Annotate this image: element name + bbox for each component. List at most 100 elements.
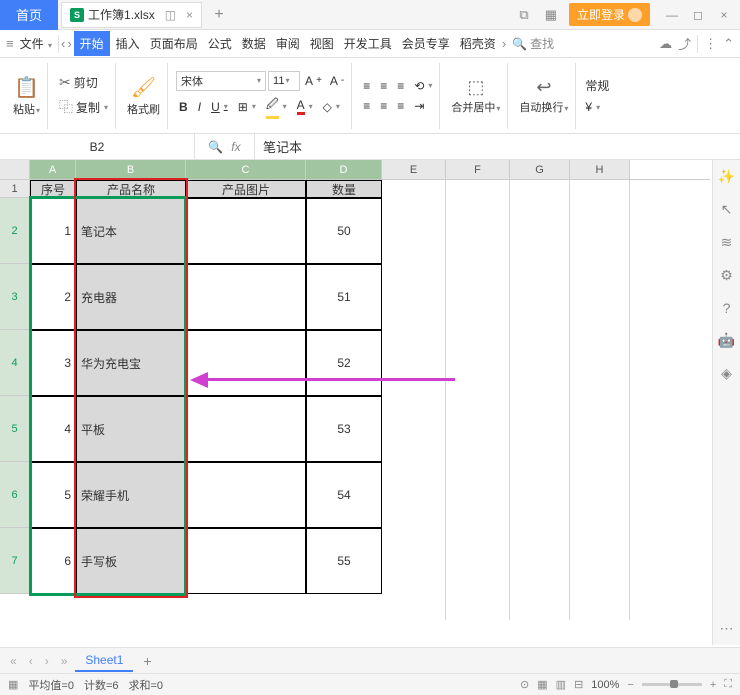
tab-page-layout[interactable]: 页面布局 [146, 33, 202, 54]
cell-col-E[interactable] [382, 180, 446, 620]
align-mid-button[interactable]: ≡ [377, 77, 390, 95]
merge-button[interactable]: ⬚ 合并居中▾ [448, 75, 503, 117]
row-head-7[interactable]: 7 [0, 528, 30, 594]
add-sheet-button[interactable]: + [137, 653, 157, 669]
cell-D1[interactable]: 数量 [306, 180, 382, 198]
bold-button[interactable]: B [176, 98, 191, 116]
select-all-corner[interactable] [0, 160, 30, 179]
cell-D5[interactable]: 53 [306, 396, 382, 462]
cell-D4[interactable]: 52 [306, 330, 382, 396]
tab-devtools[interactable]: 开发工具 [340, 33, 396, 54]
fullscreen-icon[interactable]: ⛶ [724, 678, 732, 691]
cell-A1[interactable]: 序号 [30, 180, 76, 198]
cell-C7[interactable] [186, 528, 306, 594]
nav-prev-icon[interactable]: ‹ [61, 36, 65, 51]
font-size-select[interactable]: 11▾ [268, 71, 300, 91]
tab-insert[interactable]: 插入 [112, 33, 144, 54]
view-page-icon[interactable]: ▥ [556, 678, 566, 691]
name-box[interactable]: B2 [0, 134, 195, 160]
cell-A2[interactable]: 1 [30, 198, 76, 264]
row-head-3[interactable]: 3 [0, 264, 30, 330]
cell-C2[interactable] [186, 198, 306, 264]
cell-col-G[interactable] [510, 180, 570, 620]
align-right-button[interactable]: ≡ [394, 97, 407, 115]
zoom-in-icon[interactable]: + [710, 679, 716, 691]
align-bot-button[interactable]: ≡ [394, 77, 407, 95]
sheet-tab[interactable]: Sheet1 [75, 650, 133, 672]
format-select[interactable]: 常规 [582, 75, 612, 96]
cell-D7[interactable]: 55 [306, 528, 382, 594]
tab-data[interactable]: 数据 [238, 33, 270, 54]
orient-button[interactable]: ⟲▾ [411, 77, 435, 95]
cell-A7[interactable]: 6 [30, 528, 76, 594]
cell-D3[interactable]: 51 [306, 264, 382, 330]
side-select-icon[interactable]: ↖ [721, 201, 733, 218]
italic-button[interactable]: I [195, 98, 204, 116]
row-head-5[interactable]: 5 [0, 396, 30, 462]
side-more-icon[interactable]: ⋯ [720, 620, 734, 637]
share-icon[interactable]: ⤴ [678, 34, 691, 53]
cell-B2[interactable]: 笔记本 [76, 198, 186, 264]
tab-vip[interactable]: 会员专享 [398, 33, 454, 54]
cell-C6[interactable] [186, 462, 306, 528]
border-button[interactable]: ⊞▾ [235, 98, 259, 116]
col-head-D[interactable]: D [306, 160, 382, 179]
currency-button[interactable]: ¥▾ [582, 98, 612, 116]
underline-button[interactable]: U▾ [208, 98, 231, 116]
zoom-out-icon[interactable]: − [627, 679, 633, 691]
view-normal-icon[interactable]: ▦ [537, 678, 547, 691]
cell-B1[interactable]: 产品名称 [76, 180, 186, 198]
side-robot-icon[interactable]: 🤖 [718, 332, 735, 349]
cell-B4[interactable]: 华为充电宝 [76, 330, 186, 396]
nav-next-icon[interactable]: › [67, 36, 71, 51]
fx-icon[interactable]: fx [231, 140, 240, 154]
file-tab[interactable]: S 工作簿1.xlsx ◫ × [61, 2, 202, 28]
formula-input[interactable]: 笔记本 [255, 137, 740, 156]
cell-A3[interactable]: 2 [30, 264, 76, 330]
cell-B3[interactable]: 充电器 [76, 264, 186, 330]
search-box[interactable]: 🔍 查找 [512, 35, 554, 52]
cell-B6[interactable]: 荣耀手机 [76, 462, 186, 528]
font-shrink-button[interactable]: A- [327, 72, 347, 90]
status-focus-icon[interactable]: ⊙ [520, 678, 529, 691]
cut-button[interactable]: ✂剪切 [56, 72, 111, 93]
home-tab[interactable]: 首页 [0, 0, 58, 30]
status-apps-icon[interactable]: ▦ [8, 678, 18, 691]
tab-daoke[interactable]: 稻壳资 [456, 33, 500, 54]
align-center-button[interactable]: ≡ [377, 97, 390, 115]
tab-start[interactable]: 开始 [74, 31, 110, 56]
maximize-button[interactable]: ◻ [690, 8, 706, 22]
col-head-F[interactable]: F [446, 160, 510, 179]
row-head-4[interactable]: 4 [0, 330, 30, 396]
file-menu[interactable]: 文件 ▾ [16, 33, 56, 54]
tab-view[interactable]: 视图 [306, 33, 338, 54]
cell-A4[interactable]: 3 [30, 330, 76, 396]
align-top-button[interactable]: ≡ [360, 77, 373, 95]
cell-C1[interactable]: 产品图片 [186, 180, 306, 198]
cells[interactable]: 序号 产品名称 产品图片 数量 1 笔记本 50 2 充电器 51 3 华为充电… [30, 180, 710, 620]
hamburger-icon[interactable]: ≡ [6, 36, 14, 51]
sheet-first-icon[interactable]: « [6, 654, 21, 668]
zoom-level[interactable]: 100% [591, 679, 619, 691]
tab-pin-icon[interactable]: ◫ [165, 8, 176, 22]
col-head-E[interactable]: E [382, 160, 446, 179]
font-color-button[interactable]: A▾ [294, 96, 316, 117]
indent-button[interactable]: ⇥ [411, 97, 427, 115]
side-stack-icon[interactable]: ≋ [721, 234, 733, 251]
tab-formula[interactable]: 公式 [204, 33, 236, 54]
tab-close-icon[interactable]: × [186, 8, 193, 22]
side-settings-icon[interactable]: ⚙ [720, 267, 733, 284]
sheet-next-icon[interactable]: › [41, 654, 53, 668]
more-icon[interactable]: › [502, 36, 506, 51]
apps-icon[interactable]: ▦ [541, 5, 561, 25]
login-button[interactable]: 立即登录 [569, 3, 650, 26]
minimize-button[interactable]: — [664, 8, 680, 22]
cell-D6[interactable]: 54 [306, 462, 382, 528]
side-diamond-icon[interactable]: ◈ [721, 365, 732, 382]
row-head-6[interactable]: 6 [0, 462, 30, 528]
view-break-icon[interactable]: ⊟ [574, 678, 583, 691]
cell-A5[interactable]: 4 [30, 396, 76, 462]
align-left-button[interactable]: ≡ [360, 97, 373, 115]
cell-C3[interactable] [186, 264, 306, 330]
cell-A6[interactable]: 5 [30, 462, 76, 528]
